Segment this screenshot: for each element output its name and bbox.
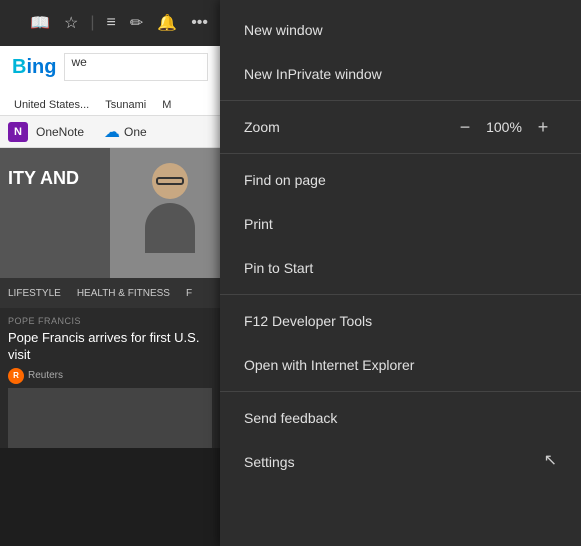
card-source-text: Reuters bbox=[28, 370, 63, 381]
menu-item-print[interactable]: Print bbox=[220, 202, 581, 246]
zoom-increase-button[interactable]: + bbox=[529, 113, 557, 141]
divider-4 bbox=[220, 391, 581, 392]
news-tabs: United States... Tsunami M bbox=[0, 88, 220, 116]
menu-item-f12-dev-tools[interactable]: F12 Developer Tools bbox=[220, 299, 581, 343]
dropdown-menu: New window New InPrivate window Zoom − 1… bbox=[220, 0, 581, 546]
browser-background: 📖 ☆ | ≡ ✏ 🔔 ••• Bing we United States...… bbox=[0, 0, 220, 546]
card-image bbox=[8, 388, 212, 448]
book-icon[interactable]: 📖 bbox=[26, 9, 54, 37]
menu-item-new-inprivate-window[interactable]: New InPrivate window bbox=[220, 52, 581, 96]
menu-item-send-feedback[interactable]: Send feedback bbox=[220, 396, 581, 440]
menu-item-open-with-ie[interactable]: Open with Internet Explorer bbox=[220, 343, 581, 387]
new-inprivate-label: New InPrivate window bbox=[244, 66, 382, 82]
card-title: Pope Francis arrives for first U.S. visi… bbox=[8, 330, 212, 364]
send-feedback-label: Send feedback bbox=[244, 410, 337, 426]
tab-m[interactable]: M bbox=[154, 95, 179, 115]
person-glasses bbox=[156, 177, 184, 185]
sub-nav: LIFESTYLE HEALTH & FITNESS F bbox=[0, 278, 220, 308]
menu-item-find-on-page[interactable]: Find on page bbox=[220, 158, 581, 202]
menu-items-list: New window New InPrivate window Zoom − 1… bbox=[220, 0, 581, 492]
settings-label: Settings bbox=[244, 454, 295, 470]
divider-1 bbox=[220, 100, 581, 101]
list-icon[interactable]: ≡ bbox=[103, 10, 120, 36]
menu-item-settings[interactable]: Settings ↖ bbox=[220, 440, 581, 484]
print-label: Print bbox=[244, 216, 273, 232]
person-image bbox=[130, 163, 210, 263]
bell-icon[interactable]: 🔔 bbox=[153, 9, 181, 37]
divider-3 bbox=[220, 294, 581, 295]
browser-toolbar: 📖 ☆ | ≡ ✏ 🔔 ••• bbox=[0, 0, 220, 46]
menu-item-new-window[interactable]: New window bbox=[220, 8, 581, 52]
nav-f[interactable]: F bbox=[178, 288, 200, 299]
hero-area: ITY AND bbox=[0, 148, 220, 278]
reuters-icon: R bbox=[8, 368, 24, 384]
bing-bar: Bing we bbox=[0, 46, 220, 88]
zoom-label: Zoom bbox=[244, 119, 451, 135]
onedrive-icon: ☁ bbox=[104, 122, 120, 142]
card-label: POPE FRANCIS bbox=[8, 316, 212, 326]
f12-dev-tools-label: F12 Developer Tools bbox=[244, 313, 372, 329]
annotation-icon[interactable]: ✏ bbox=[126, 9, 147, 37]
card-area: POPE FRANCIS Pope Francis arrives for fi… bbox=[0, 308, 220, 448]
star-icon[interactable]: ☆ bbox=[60, 9, 82, 37]
one-label: One bbox=[124, 125, 147, 139]
search-box[interactable]: we bbox=[64, 53, 208, 81]
tab-tsunami[interactable]: Tsunami bbox=[97, 95, 154, 115]
person-head bbox=[152, 163, 188, 199]
nav-health[interactable]: HEALTH & FITNESS bbox=[69, 288, 178, 299]
mouse-cursor-indicator: ↖ bbox=[544, 450, 557, 470]
new-window-label: New window bbox=[244, 22, 323, 38]
zoom-row: Zoom − 100% + bbox=[220, 105, 581, 149]
divider-2 bbox=[220, 153, 581, 154]
hero-image bbox=[110, 148, 220, 278]
onenote-icon: N bbox=[8, 122, 28, 142]
zoom-value-display: 100% bbox=[479, 119, 529, 135]
pin-to-start-label: Pin to Start bbox=[244, 260, 313, 276]
onenote-bar: N OneNote ☁ One bbox=[0, 116, 220, 148]
open-with-ie-label: Open with Internet Explorer bbox=[244, 357, 414, 373]
hero-text: ITY AND bbox=[8, 168, 79, 190]
onenote-label: OneNote bbox=[36, 125, 84, 139]
person-body bbox=[145, 203, 195, 253]
menu-item-pin-to-start[interactable]: Pin to Start bbox=[220, 246, 581, 290]
nav-lifestyle[interactable]: LIFESTYLE bbox=[0, 288, 69, 299]
search-text: we bbox=[71, 55, 86, 69]
zoom-decrease-button[interactable]: − bbox=[451, 113, 479, 141]
card-source: R Reuters bbox=[8, 368, 212, 384]
page-content: Bing we United States... Tsunami M N One… bbox=[0, 46, 220, 546]
tab-us[interactable]: United States... bbox=[6, 95, 97, 115]
bing-logo: Bing bbox=[12, 56, 56, 79]
find-on-page-label: Find on page bbox=[244, 172, 326, 188]
more-icon[interactable]: ••• bbox=[187, 10, 212, 36]
